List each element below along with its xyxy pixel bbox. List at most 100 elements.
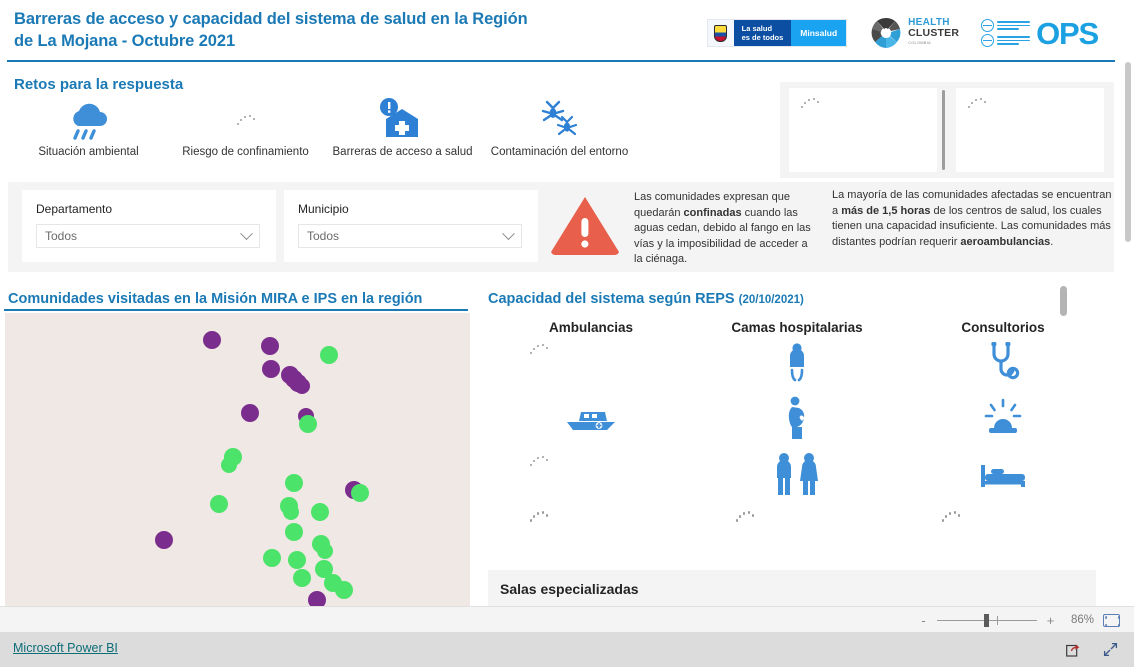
ambulance-boat-icon	[561, 401, 621, 440]
ops-logo: OPS	[981, 15, 1099, 51]
camas-row-4[interactable]	[694, 504, 900, 560]
map-bubble[interactable]	[261, 337, 279, 355]
map-bubble[interactable]	[241, 404, 259, 422]
paho-who-marks	[981, 19, 1031, 47]
header-divider	[7, 60, 1115, 62]
reto-situacion-ambiental[interactable]: Situación ambiental	[10, 96, 167, 172]
map-bubble[interactable]	[203, 331, 221, 349]
empty-card-right[interactable]	[956, 88, 1104, 172]
map-title-divider	[4, 309, 468, 311]
alert-text-bold: confinadas	[683, 206, 742, 219]
minsalud-slogan-line2: es de todos	[741, 33, 784, 42]
zoom-in-button[interactable]: +	[1046, 613, 1055, 628]
camas-row-1[interactable]	[694, 337, 900, 393]
zoom-slider[interactable]	[937, 613, 1037, 627]
reto-riesgo-confinamiento[interactable]: Riesgo de confinamiento	[167, 96, 324, 172]
ambulancias-row-2[interactable]	[488, 393, 694, 449]
map-bubble[interactable]	[285, 523, 303, 541]
map-bubble[interactable]	[283, 504, 299, 520]
map-bubble[interactable]	[351, 484, 369, 502]
map-bubble[interactable]	[210, 495, 228, 513]
report-footer: Microsoft Power BI	[0, 632, 1134, 667]
paho-globe-icon	[981, 19, 995, 32]
info-text-bold1: más de 1,5 horas	[841, 204, 931, 217]
salas-title: Salas especializadas	[500, 581, 639, 597]
zoom-out-button[interactable]: -	[919, 613, 928, 628]
health-cluster-swirl-icon	[869, 16, 903, 50]
slicer-label: Departamento	[36, 202, 113, 216]
departamento-value: Todos	[45, 229, 78, 243]
communities-map[interactable]	[5, 313, 470, 606]
colombia-coat-of-arms-icon	[708, 20, 734, 46]
pregnant-woman-icon	[781, 395, 813, 446]
stethoscope-icon	[986, 340, 1020, 389]
departamento-dropdown[interactable]: Todos	[36, 224, 260, 248]
slicer-label: Municipio	[298, 202, 349, 216]
zoom-percent-label: 86%	[1070, 614, 1094, 626]
consultorios-row-2[interactable]	[900, 393, 1106, 449]
info-callout: La mayoría de las comunidades afectadas …	[832, 188, 1114, 250]
ambulancias-row-4[interactable]	[488, 504, 694, 560]
logo-group: La salud es de todos Minsalud HEALTH CLU…	[706, 10, 1099, 56]
empty-card-left[interactable]	[789, 88, 937, 172]
map-bubble[interactable]	[317, 543, 333, 559]
consultorios-row-3[interactable]	[900, 449, 1106, 505]
map-bubble[interactable]	[311, 503, 329, 521]
map-bubble[interactable]	[285, 474, 303, 492]
capacity-column-consultorios: Consultorios	[900, 320, 1106, 560]
ambulancias-row-1[interactable]	[488, 337, 694, 393]
reto-label: Barreras de acceso a salud	[332, 146, 473, 158]
powerbi-report-viewer: Barreras de acceso y capacidad del siste…	[0, 0, 1134, 667]
retos-section-title: Retos para la respuesta	[14, 76, 184, 93]
loading-spinner-icon	[968, 97, 987, 111]
zoom-slider-thumb[interactable]	[984, 613, 989, 627]
page-title: Barreras de acceso y capacidad del siste…	[14, 10, 528, 50]
reto-label: Situación ambiental	[38, 146, 139, 158]
camas-row-2[interactable]	[694, 393, 900, 449]
rain-cloud-icon	[66, 96, 112, 146]
warning-triangle-icon	[548, 192, 622, 256]
capacity-scrollbar-thumb[interactable]	[1060, 286, 1067, 316]
chevron-down-icon	[502, 226, 515, 240]
minsalud-slogan-line1: La salud	[741, 24, 773, 33]
map-bubble[interactable]	[262, 360, 280, 378]
top-right-card-group	[780, 82, 1114, 178]
map-bubble[interactable]	[288, 551, 306, 569]
reto-contaminacion-entorno[interactable]: Contaminación del entorno	[481, 96, 638, 172]
hospital-alert-icon	[378, 96, 428, 146]
salas-especializadas-panel: Salas especializadas	[488, 570, 1096, 606]
zoom-slider-tick	[997, 615, 998, 625]
ambulancias-row-3[interactable]	[488, 449, 694, 505]
map-bubble[interactable]	[155, 531, 173, 549]
ops-wordmark: OPS	[1036, 15, 1099, 51]
emergency-light-icon	[981, 397, 1025, 444]
map-bubble[interactable]	[299, 415, 317, 433]
chevron-down-icon	[240, 226, 253, 240]
map-bubble[interactable]	[308, 591, 326, 606]
map-bubble[interactable]	[263, 549, 281, 567]
loading-spinner-icon	[530, 510, 549, 524]
consultorios-row-4[interactable]	[900, 504, 1106, 560]
reto-barreras-acceso[interactable]: Barreras de acceso a salud	[324, 96, 481, 172]
alert-text: Las comunidades expresan que quedarán co…	[634, 188, 818, 268]
municipio-dropdown[interactable]: Todos	[298, 224, 522, 248]
capacity-column-camas: Camas hospitalarias	[694, 320, 900, 560]
map-bubble[interactable]	[320, 346, 338, 364]
fullscreen-icon[interactable]	[1103, 642, 1118, 657]
fit-to-page-icon[interactable]	[1103, 613, 1120, 627]
zoom-toolbar: - + 86%	[0, 606, 1134, 632]
card-divider	[942, 90, 945, 170]
map-bubble[interactable]	[294, 378, 310, 394]
map-bubble[interactable]	[221, 457, 237, 473]
map-bubble[interactable]	[293, 569, 311, 587]
map-bubble[interactable]	[335, 581, 353, 599]
page-scrollbar-thumb[interactable]	[1125, 62, 1131, 242]
share-icon[interactable]	[1066, 642, 1081, 657]
camas-row-3[interactable]	[694, 449, 900, 505]
consultorios-row-1[interactable]	[900, 337, 1106, 393]
microsoft-power-bi-link[interactable]: Microsoft Power BI	[13, 641, 118, 655]
loading-spinner-icon	[236, 96, 255, 146]
page-scrollbar[interactable]	[1122, 0, 1134, 606]
capacity-title-text: Capacidad del sistema según REPS	[488, 291, 735, 307]
health-cluster-wordmark: HEALTH CLUSTER COLOMBIA	[908, 18, 959, 48]
